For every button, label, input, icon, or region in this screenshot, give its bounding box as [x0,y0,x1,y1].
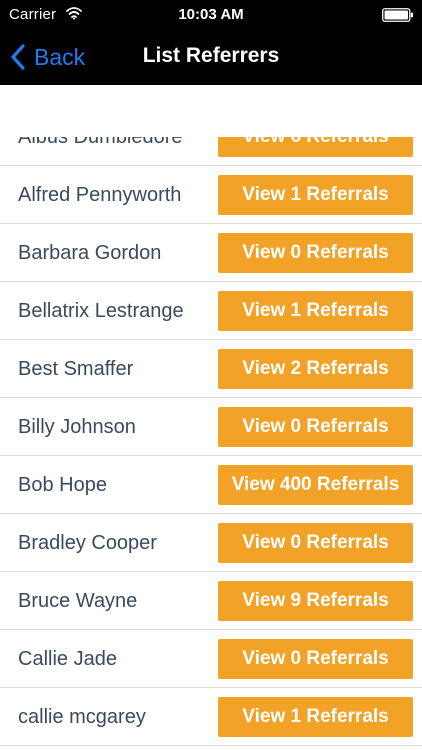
view-referrals-button[interactable]: View 400 Referrals [218,465,413,505]
referrer-row: Bob Hope View 400 Referrals [0,456,422,514]
status-time: 10:03 AM [178,6,244,23]
view-referrals-button[interactable]: View 1 Referrals [218,175,413,215]
referrer-name: Bob Hope [18,474,107,496]
view-referrals-button[interactable]: View 0 Referrals [218,407,413,447]
referrer-row: Callie Jade View 0 Referrals [0,630,422,688]
referrer-name: callie mcgarey [18,706,146,728]
battery-icon [382,8,413,22]
referrer-name: Best Smaffer [18,358,134,380]
list-top-inset [0,85,422,137]
navigation-bar: Back List Referrers [0,30,422,85]
referrer-name: Billy Johnson [18,416,136,438]
view-referrals-button[interactable]: View 9 Referrals [218,581,413,621]
referrer-row: Bellatrix Lestrange View 1 Referrals [0,282,422,340]
referrer-list-viewport[interactable]: Albus DumbledoreView 6 ReferralsAlfred P… [0,85,422,750]
view-referrals-button[interactable]: View 1 Referrals [218,291,413,331]
referrer-list: Albus DumbledoreView 6 ReferralsAlfred P… [0,108,422,746]
referrer-row: Billy Johnson View 0 Referrals [0,398,422,456]
view-referrals-button[interactable]: View 0 Referrals [218,523,413,563]
referrer-name: Bradley Cooper [18,532,157,554]
referrer-name: Bruce Wayne [18,590,138,612]
referrer-name: Alfred Pennyworth [18,184,182,206]
referrer-row: Bruce Wayne View 9 Referrals [0,572,422,630]
referrer-name: Bellatrix Lestrange [18,300,184,322]
referrer-row: Barbara Gordon View 0 Referrals [0,224,422,282]
referrer-row: Alfred Pennyworth View 1 Referrals [0,166,422,224]
view-referrals-button[interactable]: View 1 Referrals [218,697,413,737]
status-bar: Carrier 10:03 AM [0,0,422,30]
screen: Carrier 10:03 AM Back List Referrers Alb… [0,0,422,750]
referrer-name: Barbara Gordon [18,242,162,264]
referrer-row: Bradley Cooper View 0 Referrals [0,514,422,572]
page-title: List Referrers [142,44,280,67]
view-referrals-button[interactable]: View 0 Referrals [218,639,413,679]
referrer-row: Best Smaffer View 2 Referrals [0,340,422,398]
referrer-row: callie mcgarey View 1 Referrals [0,688,422,746]
view-referrals-button[interactable]: View 2 Referrals [218,349,413,389]
referrer-name: Callie Jade [18,648,117,670]
view-referrals-button[interactable]: View 0 Referrals [218,233,413,273]
